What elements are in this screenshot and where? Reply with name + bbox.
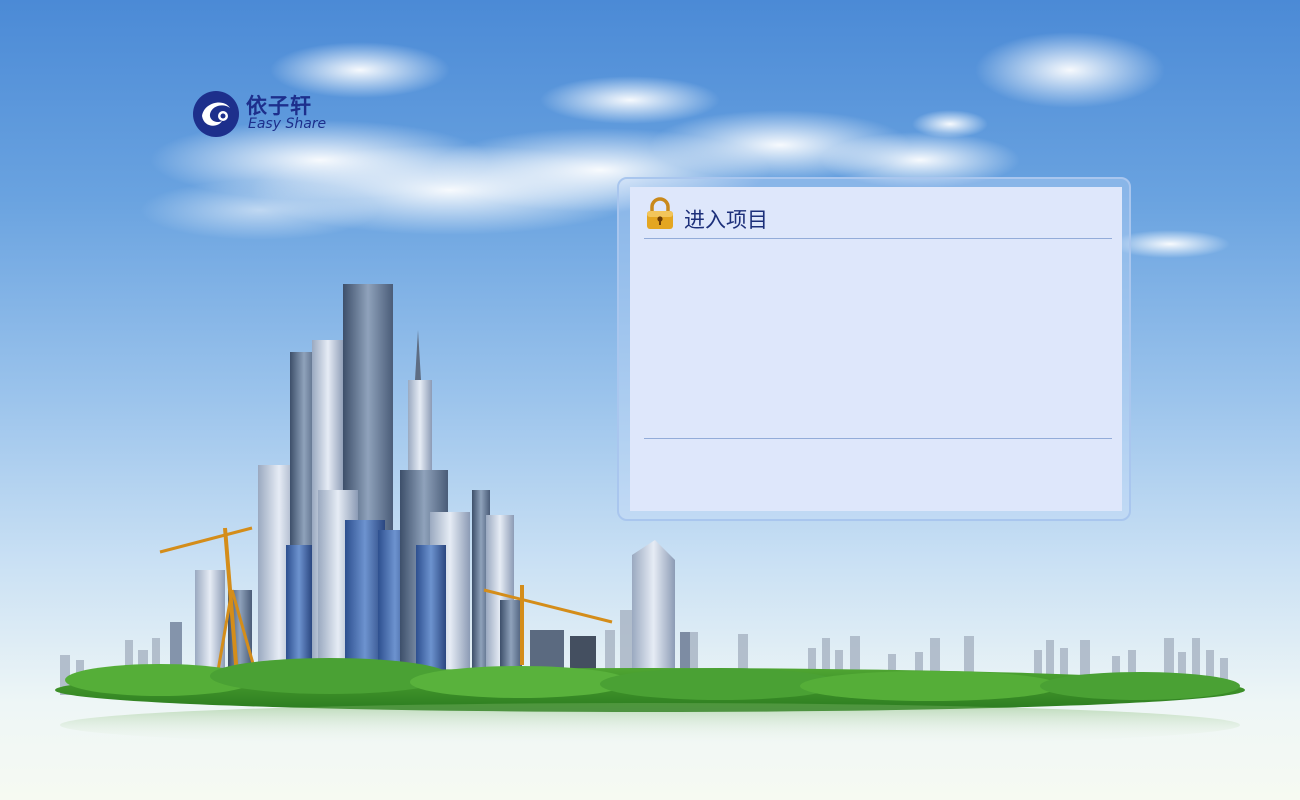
panel-divider-top bbox=[644, 238, 1112, 239]
panel-title: 进入项目 bbox=[684, 208, 768, 232]
brand-name-en: Easy Share bbox=[248, 116, 327, 132]
city-towers bbox=[170, 284, 690, 682]
panel-divider-bottom bbox=[644, 438, 1112, 439]
padlock-icon bbox=[647, 197, 673, 229]
swirl-logo-icon bbox=[193, 91, 239, 137]
panel-header: 进入项目 bbox=[644, 197, 1110, 239]
brand-logo: 依子轩 Easy Share bbox=[190, 88, 340, 140]
panel-content-area bbox=[644, 240, 1112, 437]
panel-footer-area bbox=[644, 440, 1112, 500]
enter-project-panel: 进入项目 bbox=[630, 187, 1122, 511]
